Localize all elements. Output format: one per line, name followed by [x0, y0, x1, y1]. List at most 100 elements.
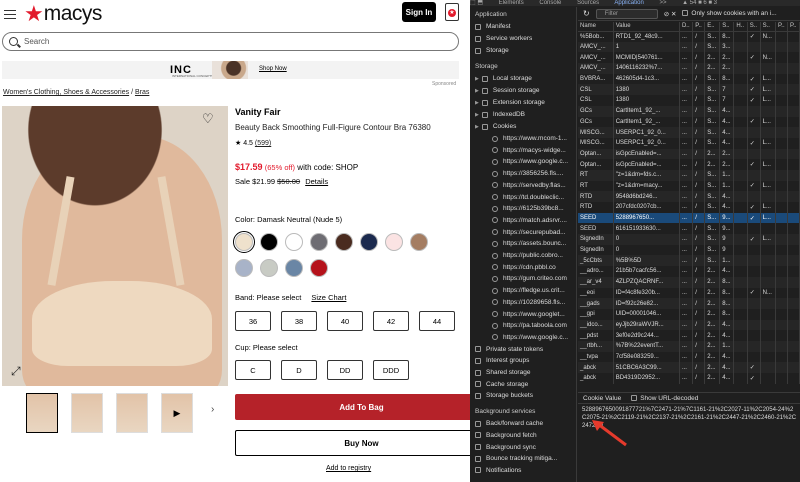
- cookie-row[interactable]: RTD 9548d6bd246...... / S... 4...: [578, 191, 800, 202]
- cookie-domain-item[interactable]: https://servedby.flas...: [492, 182, 566, 189]
- video-thumbnail-play-icon[interactable]: ▶: [161, 393, 193, 433]
- cup-size-button[interactable]: D: [281, 360, 317, 380]
- color-swatch[interactable]: [310, 233, 328, 251]
- expand-icon[interactable]: ⤢: [11, 364, 21, 379]
- cookie-row[interactable]: RTD 207cfdc0207cb...... / S... 4... ✓ L...: [578, 202, 800, 213]
- menu-icon[interactable]: [4, 7, 16, 22]
- color-swatch[interactable]: [360, 233, 378, 251]
- color-swatch[interactable]: [310, 259, 328, 277]
- cookie-row[interactable]: %5Bob... RTD1_92_48c9...... / S... 8... ✓ N...: [578, 31, 800, 42]
- filter-input[interactable]: Filter: [595, 8, 658, 19]
- ad-banner[interactable]: INC INTERNATIONAL CONCEPTS Shop Now: [2, 61, 459, 79]
- cookie-row[interactable]: RT "z=1&dm=fds.c...... / S... 1...: [578, 169, 800, 181]
- band-size-button[interactable]: 38: [281, 311, 317, 331]
- column-header[interactable]: S..: [719, 22, 735, 32]
- column-header[interactable]: P..: [692, 22, 706, 32]
- cup-size-button[interactable]: DD: [327, 360, 363, 380]
- cookie-domain-item[interactable]: https://6125b39bc8...: [492, 205, 564, 212]
- search-bar[interactable]: Search: [2, 32, 459, 51]
- storage-item[interactable]: ▶ Cookies: [475, 123, 516, 130]
- size-chart-link[interactable]: Size Chart: [311, 293, 346, 302]
- cookie-row[interactable]: SEED 5288967650...... / S... 9... ✓ L...: [578, 212, 800, 224]
- search-input[interactable]: Search: [24, 37, 49, 46]
- tab-sources[interactable]: Sources: [577, 0, 599, 6]
- column-header[interactable]: Name: [578, 22, 614, 32]
- sign-in-button[interactable]: Sign In: [402, 2, 436, 22]
- chevron-right-icon[interactable]: ›: [211, 404, 214, 415]
- storage-item[interactable]: Shared storage: [475, 369, 530, 376]
- app-item[interactable]: Service workers: [475, 35, 532, 42]
- background-service-item[interactable]: Background fetch: [475, 432, 537, 439]
- cookie-domain-item[interactable]: https://td.doubleclic...: [492, 194, 564, 201]
- cookie-row[interactable]: CSL 1380... / S... 7 ✓ L...: [578, 95, 800, 106]
- cookie-domain-item[interactable]: https://fledge.us.crit...: [492, 287, 565, 294]
- storage-item[interactable]: ▶ Local storage: [475, 75, 532, 82]
- cookie-domain-item[interactable]: https://3856256.fls....: [492, 170, 563, 177]
- thumbnail-1[interactable]: [26, 393, 58, 433]
- color-swatch[interactable]: [260, 259, 278, 277]
- color-swatch[interactable]: [410, 233, 428, 251]
- cookie-domain-item[interactable]: https://pa.taboola.com: [492, 322, 567, 329]
- storage-item[interactable]: Cache storage: [475, 381, 528, 388]
- buy-now-button[interactable]: Buy Now: [235, 430, 470, 456]
- cookie-row[interactable]: __ar_v4 4ZLPZQACRNF....../2... 8...: [578, 276, 800, 288]
- background-service-item[interactable]: Bounce tracking mitiga...: [475, 455, 557, 462]
- cookie-row[interactable]: __eoi ID=f4c8fe320b....../2... 8... ✓ N...: [578, 287, 800, 299]
- column-header[interactable]: P..: [775, 22, 788, 32]
- cookie-row[interactable]: CSL 1380... / S... 7 ✓ L...: [578, 84, 800, 96]
- cookie-row[interactable]: MISCG... USERPC1_92_0...... / S... 4...: [578, 127, 800, 138]
- product-brand[interactable]: Vanity Fair: [235, 107, 281, 117]
- add-to-bag-button[interactable]: Add To Bag: [235, 394, 470, 420]
- cookie-row[interactable]: AMCV_... 1406116232%7....../2... 2...: [578, 63, 800, 74]
- cookie-domain-item[interactable]: https://match.adsrvr....: [492, 217, 567, 224]
- band-size-button[interactable]: 42: [373, 311, 409, 331]
- cookie-domain-item[interactable]: https://assets.bounc...: [492, 240, 566, 247]
- column-header[interactable]: D..: [679, 22, 694, 32]
- cookie-row[interactable]: SignedIn 0... / S... 9: [578, 244, 800, 256]
- cookie-row[interactable]: Optan... isGpcEnabled=....../2... 2...: [578, 148, 800, 160]
- storage-item[interactable]: ▶ Session storage: [475, 87, 539, 94]
- cookie-row[interactable]: BVBRA... 462605d4-1c3...... / S... 8... ✓ L...: [578, 73, 800, 85]
- storage-item[interactable]: Interest groups: [475, 357, 529, 364]
- tab-console[interactable]: Console: [539, 0, 561, 6]
- color-swatch[interactable]: [232, 230, 256, 254]
- column-header[interactable]: E..: [704, 22, 721, 32]
- band-size-button[interactable]: 44: [419, 311, 455, 331]
- cookie-row[interactable]: _abck BD4319D2952....../2... 4... ✓: [578, 373, 800, 384]
- storage-item[interactable]: Storage buckets: [475, 392, 533, 399]
- cookie-domain-item[interactable]: https://10289658.fls...: [492, 299, 565, 306]
- cookie-domain-item[interactable]: https://macys-widge...: [492, 147, 566, 154]
- storage-item[interactable]: ▶ Extension storage: [475, 99, 545, 106]
- add-to-registry-link[interactable]: Add to registry: [326, 465, 371, 472]
- background-service-item[interactable]: Back/forward cache: [475, 420, 543, 427]
- issue-badges[interactable]: ▲ 54 ■ 6 ■ 3: [682, 0, 717, 6]
- details-link[interactable]: Details: [305, 177, 328, 186]
- cookie-domain-item[interactable]: https://securepubad...: [492, 229, 566, 236]
- cookie-row[interactable]: __gpi UID=00001046....../2... 8...: [578, 308, 800, 320]
- clear-icon[interactable]: ⊘ ✕: [664, 10, 677, 18]
- cookie-row[interactable]: AMCV_... 1... / S... 3...: [578, 41, 800, 53]
- cookie-row[interactable]: GCs CartItem1_92_...... / S... 4... ✓ L...: [578, 116, 800, 128]
- background-service-item[interactable]: Notifications: [475, 467, 521, 474]
- cookie-row[interactable]: Optan... isGpcEnabled=....../2... 2... ✓ L..…: [578, 159, 800, 170]
- tab-more[interactable]: >>: [659, 0, 666, 6]
- cookie-domain-item[interactable]: https://cdn.pbbl.co: [492, 264, 556, 271]
- refresh-icon[interactable]: ↻: [583, 9, 590, 18]
- column-header[interactable]: Value: [613, 22, 680, 32]
- band-size-button[interactable]: 36: [235, 311, 271, 331]
- column-header[interactable]: H..: [733, 22, 748, 32]
- product-image[interactable]: ⤢: [2, 106, 228, 386]
- review-count[interactable]: (599): [255, 140, 271, 147]
- cookie-row[interactable]: _abck 51CBC6A3C99....../2... 4... ✓: [578, 362, 800, 373]
- app-item[interactable]: Storage: [475, 47, 509, 54]
- cookie-domain-item[interactable]: https://gum.criteo.com: [492, 275, 567, 282]
- thumbnail-3[interactable]: [116, 393, 148, 433]
- tab-application[interactable]: Application: [614, 0, 643, 6]
- storage-item[interactable]: ▶ IndexedDB: [475, 111, 525, 118]
- cookie-domain-item[interactable]: https://www.google.c...: [492, 158, 568, 165]
- cookie-row[interactable]: GCs CartItem1_92_...... / S... 4...: [578, 105, 800, 117]
- only-issues-checkbox[interactable]: Only show cookies with an i...: [682, 10, 777, 17]
- show-decoded-checkbox[interactable]: Show URL-decoded: [631, 395, 698, 402]
- cookie-domain-item[interactable]: https://public.cobro...: [492, 252, 563, 259]
- cookie-row[interactable]: AMCV_... MCMID|540761....../2... 2... ✓ N...: [578, 52, 800, 64]
